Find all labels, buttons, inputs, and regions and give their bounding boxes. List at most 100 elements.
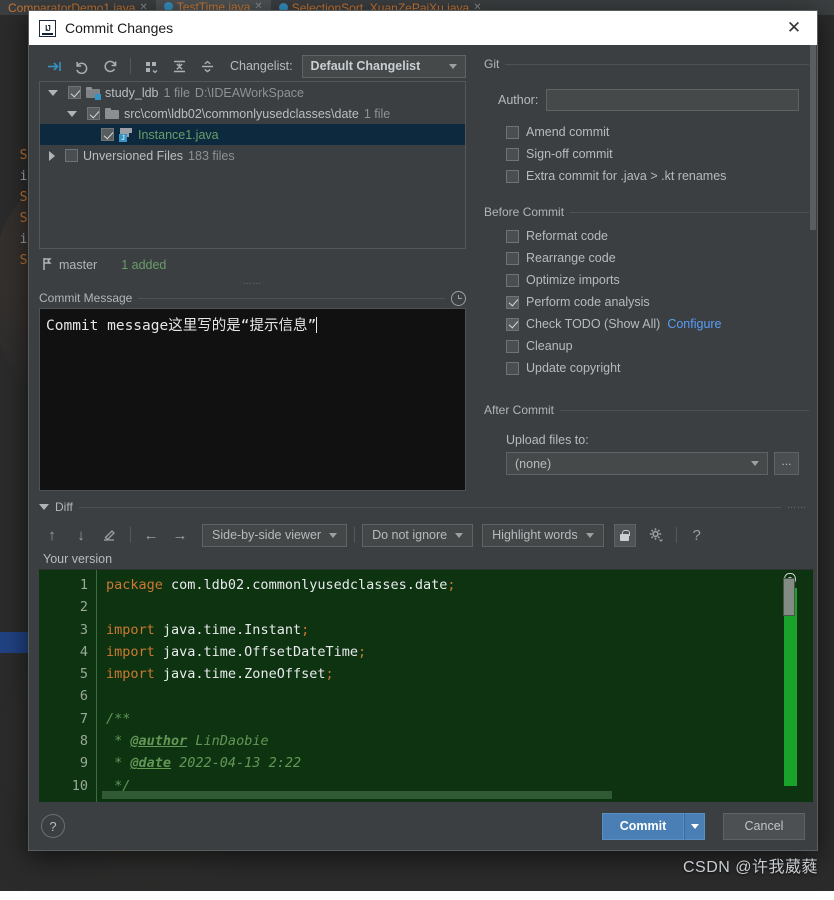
expand-all-icon[interactable] [166, 54, 192, 78]
before-commit-option-optimize-imports[interactable]: Optimize imports [506, 269, 811, 291]
before-commit-option-update-copyright[interactable]: Update copyright [506, 357, 811, 379]
collapse-all-icon[interactable] [194, 54, 220, 78]
vertical-scrollbar-thumb[interactable] [783, 578, 795, 616]
help-button[interactable]: ? [41, 814, 65, 838]
tree-row-checkbox[interactable] [87, 107, 100, 120]
highlight-mode-dropdown[interactable]: Highlight words [482, 524, 603, 547]
checkbox-label: Cleanup [526, 339, 573, 353]
ignore-mode-dropdown[interactable]: Do not ignore [362, 524, 473, 547]
diff-section-header[interactable]: Diff ⋯⋯ [39, 497, 807, 517]
browse-button[interactable]: ... [774, 452, 799, 475]
lock-icon[interactable] [614, 524, 636, 547]
code-content[interactable]: package com.ldb02.commonlyusedclasses.da… [97, 570, 813, 802]
commit-button[interactable]: Commit [602, 813, 684, 840]
code-token: java.time.ZoneOffset [163, 666, 326, 682]
code-token: import [106, 666, 163, 682]
tree-twisty-down-icon[interactable] [48, 90, 58, 96]
scrollbar-thumb[interactable] [810, 45, 816, 230]
refresh-icon[interactable] [97, 54, 123, 78]
checkbox[interactable] [506, 252, 519, 265]
changes-file-tree[interactable]: study_ldb1 fileD:\IDEAWorkSpacesrc\com\l… [39, 81, 466, 249]
csdn-watermark: CSDN @许我葳蕤 [683, 853, 818, 877]
close-icon[interactable]: ✕ [777, 13, 811, 43]
accept-right-icon[interactable]: → [167, 523, 193, 547]
line-number: 8 [39, 730, 88, 752]
git-option-extra-commit-for-java-kt-renames[interactable]: Extra commit for .java > .kt renames [506, 165, 811, 187]
diff-code-editor[interactable]: 12345678910 package com.ldb02.commonlyus… [39, 569, 813, 802]
dialog-body: Changelist: Default Changelist study_ldb… [29, 45, 817, 850]
diff-splitter[interactable]: ⋯⋯ [787, 502, 807, 513]
code-token: com.ldb02.commonlyusedclasses.date [171, 577, 447, 593]
pane-splitter[interactable]: ⋯⋯ [39, 278, 466, 288]
author-input[interactable] [546, 89, 799, 111]
checkbox-label: Optimize imports [526, 273, 620, 287]
tree-row-checkbox[interactable] [68, 86, 81, 99]
tree-row-file-count: 183 files [188, 149, 235, 163]
added-count: 1 added [121, 258, 166, 272]
tree-row-checkbox[interactable] [101, 128, 114, 141]
history-clock-icon[interactable] [451, 291, 466, 306]
checkbox-label: Rearrange code [526, 251, 616, 265]
checkbox[interactable] [506, 296, 519, 309]
code-token: ; [358, 644, 366, 660]
author-label: Author: [498, 93, 538, 107]
tree-row[interactable]: Unversioned Files183 files [40, 145, 465, 166]
before-commit-option-perform-code-analysis[interactable]: Perform code analysis [506, 291, 811, 313]
tree-row-path: D:\IDEAWorkSpace [195, 86, 304, 100]
checkbox[interactable] [506, 274, 519, 287]
code-line: * @author LinDaobie [106, 730, 813, 752]
tree-twisty-down-icon[interactable] [67, 111, 77, 117]
commit-dropdown-arrow[interactable] [684, 813, 705, 840]
git-section-title: Git [484, 57, 499, 71]
before-commit-title: Before Commit [484, 205, 564, 219]
diff-section: Diff ⋯⋯ ↑ ↓ ← → Side-by-side viewer [29, 497, 817, 802]
viewer-mode-dropdown[interactable]: Side-by-side viewer [202, 524, 347, 547]
code-token: * [106, 733, 130, 749]
commit-message-label: Commit Message [39, 291, 132, 305]
tree-row-checkbox[interactable] [65, 149, 78, 162]
edit-source-icon[interactable] [97, 523, 123, 547]
changelist-dropdown[interactable]: Default Changelist [302, 55, 466, 78]
tree-row[interactable]: src\com\ldb02\commonlyusedclasses\date1 … [40, 103, 465, 124]
toolbar-divider [130, 527, 131, 543]
checkbox[interactable] [506, 230, 519, 243]
checkbox[interactable] [506, 170, 519, 183]
text-caret [316, 317, 317, 333]
cancel-button[interactable]: Cancel [723, 813, 805, 840]
git-option-amend-commit[interactable]: Amend commit [506, 121, 811, 143]
before-commit-option-reformat-code[interactable]: Reformat code [506, 225, 811, 247]
configure-link[interactable]: Configure [667, 317, 721, 331]
checkbox-label: Sign-off commit [526, 147, 613, 161]
checkbox[interactable] [506, 126, 519, 139]
checkbox[interactable] [506, 318, 519, 331]
diff-help-icon[interactable]: ? [684, 523, 710, 547]
horizontal-scrollbar[interactable] [102, 791, 612, 799]
tree-row[interactable]: study_ldb1 fileD:\IDEAWorkSpace [40, 82, 465, 103]
previous-difference-icon[interactable]: ↑ [39, 523, 65, 547]
tree-twisty-right-icon[interactable] [49, 151, 55, 161]
git-option-sign-off-commit[interactable]: Sign-off commit [506, 143, 811, 165]
before-commit-option-cleanup[interactable]: Cleanup [506, 335, 811, 357]
next-difference-icon[interactable]: ↓ [68, 523, 94, 547]
checkbox[interactable] [506, 148, 519, 161]
commit-message-input[interactable]: Commit message这里写的是“提示信息” [39, 308, 466, 491]
code-token: package [106, 577, 171, 593]
before-commit-option-rearrange-code[interactable]: Rearrange code [506, 247, 811, 269]
accept-left-icon[interactable]: ← [138, 523, 164, 547]
after-commit-section-header: After Commit [484, 401, 811, 419]
rollback-icon[interactable] [69, 54, 95, 78]
tree-row[interactable]: Instance1.java [40, 124, 465, 145]
code-line [106, 685, 813, 707]
chevron-down-icon [586, 533, 594, 538]
gear-icon[interactable] [643, 523, 669, 547]
options-scrollbar[interactable] [809, 45, 817, 497]
before-commit-option-check-todo-show-all[interactable]: Check TODO (Show All)Configure [506, 313, 811, 335]
line-number: 10 [39, 775, 88, 797]
upload-target-dropdown[interactable]: (none) [506, 452, 768, 475]
checkbox[interactable] [506, 340, 519, 353]
checkbox[interactable] [506, 362, 519, 375]
chevron-down-icon [329, 533, 337, 538]
group-by-icon[interactable] [138, 54, 164, 78]
commit-options-pane: Git Author: Amend commit Sign-off commit E… [476, 45, 817, 497]
show-diff-icon[interactable] [41, 54, 67, 78]
